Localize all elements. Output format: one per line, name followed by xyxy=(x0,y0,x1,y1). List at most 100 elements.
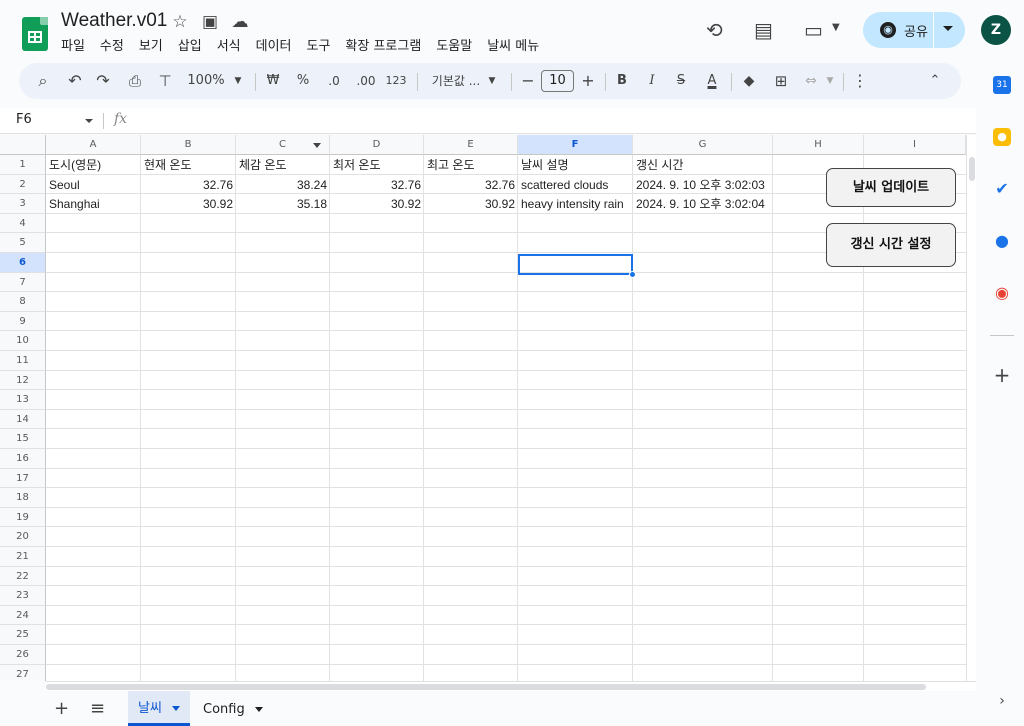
bold-button[interactable]: B xyxy=(613,63,631,99)
version-history-icon[interactable]: ⟲ xyxy=(706,18,723,42)
menu-help[interactable]: 도움말 xyxy=(436,35,472,54)
decrease-font-size-icon[interactable]: − xyxy=(519,63,537,99)
update-weather-button[interactable]: 날씨 업데이트 xyxy=(826,168,956,207)
sheet-tab-dropdown-icon[interactable] xyxy=(171,706,180,711)
redo-icon[interactable]: ↷ xyxy=(93,63,113,99)
row-header-9[interactable]: 9 xyxy=(0,311,46,332)
column-c-dropdown-icon[interactable] xyxy=(313,143,321,148)
comments-icon[interactable]: ▤ xyxy=(754,18,773,42)
name-box[interactable]: F6 xyxy=(16,112,32,127)
table-cell[interactable]: Shanghai xyxy=(46,194,141,214)
horizontal-scrollbar[interactable] xyxy=(46,681,976,691)
fill-color-icon[interactable]: ◆ xyxy=(739,63,759,99)
table-cell[interactable]: 38.24 xyxy=(236,175,330,195)
column-header-e[interactable]: E xyxy=(424,135,518,155)
row-header-4[interactable]: 4 xyxy=(0,213,46,234)
table-cell[interactable]: 32.76 xyxy=(141,175,236,195)
row-header-16[interactable]: 16 xyxy=(0,449,46,469)
name-box-dropdown-icon[interactable] xyxy=(85,119,93,123)
set-refresh-time-button[interactable]: 갱신 시간 설정 xyxy=(826,223,956,267)
share-dropdown-icon[interactable] xyxy=(943,26,953,31)
vertical-scrollbar[interactable] xyxy=(966,135,976,681)
select-all-corner[interactable] xyxy=(0,135,46,155)
maps-icon[interactable]: ◉ xyxy=(993,284,1011,302)
font-size-input[interactable]: 10 xyxy=(541,70,574,92)
menu-tools[interactable]: 도구 xyxy=(307,35,331,54)
fill-handle[interactable] xyxy=(629,271,636,278)
menu-weather[interactable]: 날씨 메뉴 xyxy=(487,35,539,54)
table-cell[interactable]: 32.76 xyxy=(330,175,424,195)
contacts-icon[interactable]: ● xyxy=(993,232,1011,250)
more-options-icon[interactable]: ⋮ xyxy=(851,63,869,99)
row-header-21[interactable]: 21 xyxy=(0,547,46,567)
get-addons-icon[interactable]: + xyxy=(993,365,1011,385)
row-header-8[interactable]: 8 xyxy=(0,292,46,312)
table-cell[interactable]: 30.92 xyxy=(330,194,424,214)
currency-format-button[interactable]: ₩ xyxy=(264,63,282,99)
all-sheets-icon[interactable]: ≡ xyxy=(90,698,105,719)
table-cell[interactable]: heavy intensity rain xyxy=(518,194,633,214)
row-header-18[interactable]: 18 xyxy=(0,488,46,508)
row-header-5[interactable]: 5 xyxy=(0,233,46,253)
column-header-d[interactable]: D xyxy=(330,135,424,155)
keep-icon[interactable]: ● xyxy=(993,128,1011,146)
zoom-dropdown-icon[interactable]: ▼ xyxy=(233,63,243,99)
avatar[interactable]: Z xyxy=(981,15,1011,45)
row-header-20[interactable]: 20 xyxy=(0,527,46,547)
add-sheet-icon[interactable]: + xyxy=(54,698,69,719)
share-button[interactable]: ◉ 공유 xyxy=(863,12,965,48)
undo-icon[interactable]: ↶ xyxy=(65,63,85,99)
row-header-15[interactable]: 15 xyxy=(0,429,46,449)
sheet-tab-config[interactable]: Config xyxy=(193,691,273,726)
row-header-22[interactable]: 22 xyxy=(0,566,46,587)
row-header-10[interactable]: 10 xyxy=(0,331,46,351)
meet-dropdown-icon[interactable]: ▼ xyxy=(832,22,840,33)
font-dropdown-icon[interactable]: ▼ xyxy=(487,63,497,99)
font-family-select[interactable]: 기본값 ... xyxy=(425,63,487,99)
row-header-19[interactable]: 19 xyxy=(0,507,46,528)
row-header-1[interactable]: 1 xyxy=(0,155,46,175)
table-cell[interactable]: 2024. 9. 10 오후 3:02:03 xyxy=(633,175,773,195)
increase-font-size-icon[interactable]: + xyxy=(579,63,597,99)
tasks-icon[interactable]: ✔ xyxy=(993,180,1011,198)
menu-insert[interactable]: 삽입 xyxy=(178,35,202,54)
cell-header-f[interactable]: 날씨 설명 xyxy=(518,155,633,175)
calendar-icon[interactable]: 31 xyxy=(993,76,1011,94)
row-header-11[interactable]: 11 xyxy=(0,351,46,371)
cell-header-e[interactable]: 최고 온도 xyxy=(424,155,518,175)
menu-data[interactable]: 데이터 xyxy=(256,35,292,54)
borders-icon[interactable]: ⊞ xyxy=(771,63,791,99)
column-header-i[interactable]: I xyxy=(864,135,966,155)
row-header-14[interactable]: 14 xyxy=(0,409,46,430)
row-header-7[interactable]: 7 xyxy=(0,272,46,293)
table-cell[interactable]: scattered clouds xyxy=(518,175,633,195)
menu-edit[interactable]: 수정 xyxy=(100,35,124,54)
column-header-h[interactable]: H xyxy=(773,135,864,155)
italic-button[interactable]: I xyxy=(643,63,661,99)
spreadsheet-grid[interactable]: A B C D E F G H I 1 2 3 4 5 6 7 8 9 10 11 12 13 14 15 16 17 18 19 20… xyxy=(0,135,966,681)
star-icon[interactable]: ☆ xyxy=(170,12,190,32)
menu-extensions[interactable]: 확장 프로그램 xyxy=(345,35,421,54)
column-header-a[interactable]: A xyxy=(46,135,141,155)
cloud-saved-icon[interactable]: ☁ xyxy=(230,12,250,32)
merge-dropdown-icon[interactable]: ▼ xyxy=(825,63,835,99)
row-header-12[interactable]: 12 xyxy=(0,370,46,391)
search-menus-icon[interactable]: ⌕ xyxy=(33,63,53,99)
row-header-3[interactable]: 3 xyxy=(0,194,46,214)
row-header-13[interactable]: 13 xyxy=(0,390,46,410)
row-header-2[interactable]: 2 xyxy=(0,174,46,195)
column-header-g[interactable]: G xyxy=(633,135,773,155)
menu-view[interactable]: 보기 xyxy=(139,35,163,54)
text-color-button[interactable]: A xyxy=(701,63,723,99)
zoom-select[interactable]: 100% xyxy=(185,63,227,99)
row-header-17[interactable]: 17 xyxy=(0,468,46,489)
selected-cell-f6[interactable] xyxy=(518,254,633,275)
row-header-6[interactable]: 6 xyxy=(0,253,46,273)
column-header-f[interactable]: F xyxy=(518,135,633,155)
cell-header-a[interactable]: 도시(영문) xyxy=(46,155,141,175)
collapse-menus-icon[interactable]: ⌃ xyxy=(925,63,945,99)
strikethrough-button[interactable]: S xyxy=(672,63,690,99)
more-formats-button[interactable]: 123 xyxy=(383,63,409,99)
cell-header-b[interactable]: 현재 온도 xyxy=(141,155,236,175)
table-cell[interactable]: 35.18 xyxy=(236,194,330,214)
